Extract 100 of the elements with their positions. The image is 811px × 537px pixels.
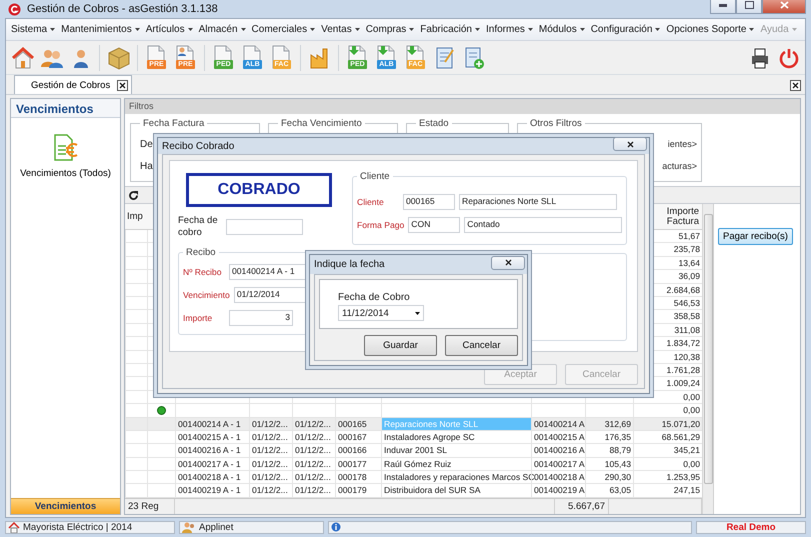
field-label: Fecha de cobro bbox=[178, 215, 219, 239]
input-field[interactable]: 000165 bbox=[403, 194, 455, 210]
company-label: Mayorista Eléctrico | 2014 bbox=[23, 522, 132, 533]
table-cell: 176,35 bbox=[585, 430, 633, 444]
table-cell: 01/12/2... bbox=[249, 418, 292, 430]
table-cell: 000167 bbox=[335, 430, 381, 444]
sidebar-item[interactable]: Vencimientos (Todos) bbox=[11, 132, 120, 180]
sidebar-section-button[interactable]: Vencimientos bbox=[11, 498, 120, 514]
table-cell: 01/12/2... bbox=[292, 418, 335, 430]
close-button[interactable] bbox=[613, 137, 647, 151]
pay-button[interactable]: Pagar recibo(s) bbox=[718, 228, 793, 246]
window-title: Gestión de Cobros - asGestión 3.1.138 bbox=[27, 3, 219, 16]
field-label: Importe bbox=[183, 312, 214, 323]
notepad-icon bbox=[434, 46, 456, 70]
table-cell: 000166 bbox=[335, 444, 381, 457]
menu-item[interactable]: Comerciales bbox=[248, 20, 318, 40]
table-row[interactable]: 001400217 A - 1 01/12/2... 01/12/2... 000177 Raúl Gómez Ruiz 001400217 A 105,43 0,00 bbox=[125, 458, 702, 472]
caret-icon bbox=[580, 28, 585, 32]
input-field[interactable]: Contado bbox=[464, 217, 622, 233]
field-label: Fecha de Cobro bbox=[338, 292, 410, 303]
field-label: Cliente bbox=[357, 197, 385, 207]
menu-item[interactable]: Ventas bbox=[318, 20, 363, 40]
filter-label: Ha bbox=[140, 160, 153, 172]
close-tab-button[interactable] bbox=[790, 80, 801, 92]
table-row[interactable]: 001400218 A - 1 01/12/2... 01/12/2... 000178 Instaladores y reparaciones Marcos SC001400218 A 290,30 1.253,95 bbox=[125, 471, 702, 484]
caret-icon bbox=[134, 28, 140, 32]
date-dropdown[interactable]: 11/12/2014 bbox=[338, 305, 424, 321]
filter-label: De bbox=[140, 138, 153, 150]
table-cell: 001400214 A bbox=[531, 418, 585, 430]
close-icon bbox=[780, 1, 788, 9]
close-icon bbox=[504, 259, 512, 266]
filter-link[interactable]: ientes> bbox=[668, 139, 697, 150]
table-cell: Reparaciones Norte SLL bbox=[381, 418, 531, 430]
caret-icon bbox=[188, 28, 193, 32]
record-count: 23 Reg bbox=[125, 498, 175, 514]
status-stamp: COBRADO bbox=[186, 173, 332, 207]
dialog-button[interactable]: Cancelar bbox=[445, 335, 518, 356]
input-field[interactable]: Reparaciones Norte SLL bbox=[459, 194, 617, 210]
dialog-button[interactable]: Guardar bbox=[364, 335, 437, 356]
table-cell: 01/12/2... bbox=[292, 471, 335, 484]
input-field[interactable]: 3 bbox=[229, 310, 293, 326]
caret-icon bbox=[409, 28, 414, 32]
people-icon bbox=[182, 522, 196, 533]
caret-icon bbox=[474, 28, 480, 32]
box-icon bbox=[106, 46, 130, 70]
caret-icon bbox=[354, 28, 360, 32]
menu-item[interactable]: Sistema bbox=[8, 20, 58, 40]
close-icon bbox=[119, 82, 126, 89]
menu-item[interactable]: Almacén bbox=[196, 20, 249, 40]
input-field[interactable]: CON bbox=[408, 217, 460, 233]
menu-item[interactable]: Módulos bbox=[536, 20, 588, 40]
factory-icon bbox=[308, 46, 330, 69]
sidebar-title: Vencimientos bbox=[11, 99, 120, 118]
table-row[interactable]: 0,00 bbox=[125, 404, 702, 418]
user-label: Applinet bbox=[199, 522, 234, 533]
table-cell: 001400217 A - 1 bbox=[175, 458, 249, 470]
table-cell: 01/12/2... bbox=[292, 430, 335, 444]
document-tab[interactable]: Gestión de Cobros bbox=[14, 75, 132, 94]
scrollbar[interactable] bbox=[702, 204, 713, 514]
caret-icon bbox=[749, 28, 754, 32]
caret-icon bbox=[528, 28, 533, 32]
field-group: Cliente Cliente 000165 Reparaciones Norte SLL Forma Pago CON Contado bbox=[352, 171, 628, 245]
menu-item[interactable]: Configuración bbox=[588, 20, 664, 40]
close-button[interactable] bbox=[491, 256, 525, 270]
table-cell: Distribuidora del SUR SA bbox=[381, 484, 531, 497]
table-cell: Raúl Gómez Ruiz bbox=[381, 458, 531, 470]
table-cell: 000177 bbox=[335, 458, 381, 470]
table-cell: 105,43 bbox=[585, 458, 633, 470]
table-cell: 001400215 A - 1 bbox=[175, 430, 249, 444]
menu-item[interactable]: Informes bbox=[482, 20, 536, 40]
table-row[interactable]: 001400214 A - 1 01/12/2... 01/12/2... 000165 Reparaciones Norte SLL 001400214 A 312,69 15.071,20 bbox=[125, 418, 702, 431]
refresh-icon[interactable] bbox=[128, 190, 139, 201]
maximize-button[interactable] bbox=[736, 0, 762, 14]
table-cell: Instaladores Agrope SC bbox=[381, 430, 531, 444]
maximize-icon bbox=[744, 1, 754, 9]
table-cell: 01/12/2... bbox=[249, 484, 292, 497]
table-cell: 01/12/2... bbox=[249, 471, 292, 484]
menu-item[interactable]: Fabricación bbox=[417, 20, 483, 40]
table-cell: 01/12/2... bbox=[249, 430, 292, 444]
power-icon bbox=[778, 46, 800, 69]
minimize-button[interactable] bbox=[710, 0, 736, 14]
info-icon bbox=[331, 522, 341, 532]
table-cell: 63,05 bbox=[585, 484, 633, 497]
menu-item[interactable]: Mantenimientos bbox=[58, 20, 143, 40]
input-field[interactable] bbox=[226, 218, 303, 235]
menu-item[interactable]: Artículos bbox=[142, 20, 196, 40]
menu-item[interactable]: Compras bbox=[362, 20, 418, 40]
table-row[interactable]: 001400219 A - 1 01/12/2... 01/12/2... 000179 Distribuidora del SUR SA 001400219 A 63,05 247,15 bbox=[125, 484, 702, 498]
table-row[interactable]: 001400216 A - 1 01/12/2... 01/12/2... 000166 Induvar 2001 SL 001400216 A 88,79 345,21 bbox=[125, 444, 702, 458]
menu-item[interactable]: Opciones Soporte bbox=[663, 20, 758, 40]
table-row[interactable]: 001400215 A - 1 01/12/2... 01/12/2... 000167 Instaladores Agrope SC 001400215 A 176,35 68.561,29 bbox=[125, 430, 702, 444]
mode-label: Real Demo bbox=[726, 522, 776, 533]
app-logo-icon bbox=[8, 2, 21, 16]
table-cell: 001400219 A - 1 bbox=[175, 484, 249, 497]
dialog-title: Recibo Cobrado bbox=[162, 140, 234, 152]
table-cell: 01/12/2... bbox=[249, 444, 292, 457]
table-cell: 01/12/2... bbox=[292, 444, 335, 457]
printer-icon bbox=[750, 46, 770, 69]
table-cell: 001400216 A - 1 bbox=[175, 444, 249, 457]
filter-link[interactable]: acturas> bbox=[662, 161, 697, 172]
